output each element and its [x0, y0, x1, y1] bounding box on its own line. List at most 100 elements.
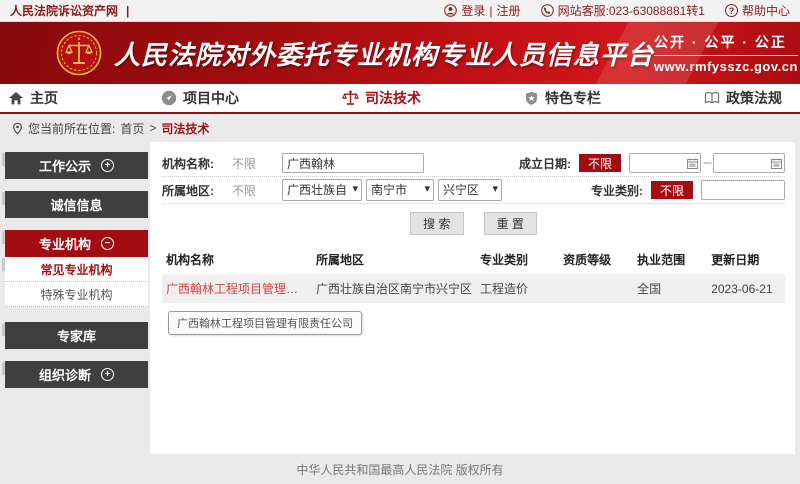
top-utility-bar: 人民法院诉讼资产网 | 登录 | 注册 网站客服:023-63088881转1 [0, 0, 800, 22]
cell-category: 工程造价 [476, 274, 559, 303]
col-header-updated: 更新日期 [707, 245, 785, 274]
login-link[interactable]: 登录 [461, 2, 485, 19]
col-header-grade: 资质等级 [559, 245, 633, 274]
phone-icon [541, 4, 554, 17]
breadcrumb-current[interactable]: 司法技术 [161, 120, 209, 137]
banner-website: www.rmfysszc.gov.cn [654, 56, 798, 74]
nav-label: 司法技术 [365, 88, 421, 108]
platform-title: 人民法院对外委托专业机构专业人员信息平台 [114, 35, 654, 72]
founded-to-input[interactable] [713, 153, 785, 173]
location-pin-icon [12, 122, 23, 135]
founded-unlimited-button[interactable]: 不限 [579, 154, 621, 172]
nav-item-home[interactable]: 主页 [8, 88, 58, 108]
login-register-divider: | [489, 4, 492, 18]
nav-label: 项目中心 [183, 88, 239, 108]
col-header-region: 所属地区 [312, 245, 476, 274]
founded-from-input[interactable] [629, 153, 701, 173]
sidebar-item-label: 专家库 [57, 326, 96, 345]
city-select[interactable]: 南宁市 [366, 179, 434, 201]
founded-to-wrap [713, 153, 785, 173]
content-area: 工作公示 + 诚信信息 专业机构 − 常见专业机构 [0, 142, 800, 454]
founded-from-wrap [629, 153, 701, 173]
province-select-wrap: 广西壮族自治区 [282, 179, 362, 201]
banner-slogan: 公开 · 公平 · 公正 [654, 32, 798, 56]
cell-scope: 全国 [633, 274, 707, 303]
scales-icon [342, 90, 359, 106]
district-select[interactable]: 兴宁区 [438, 179, 502, 201]
nav-item-judicial-tech[interactable]: 司法技术 [342, 88, 421, 108]
sidebar-item-label: 组织诊断 [39, 365, 91, 384]
date-range-separator: --- [703, 157, 711, 169]
category-unlimited-button[interactable]: 不限 [651, 181, 693, 199]
nav-item-policies[interactable]: 政策法规 [704, 88, 782, 108]
register-link[interactable]: 注册 [497, 2, 521, 19]
main-panel: 机构名称: 不限 成立日期: 不限 [150, 142, 795, 454]
district-select-wrap: 兴宁区 [438, 179, 502, 201]
sidebar-item-integrity-info[interactable]: 诚信信息 [5, 191, 148, 218]
table-header-row: 机构名称 所属地区 专业类别 资质等级 执业范围 更新日期 [162, 245, 785, 274]
breadcrumb-prefix: 您当前所在位置: [28, 120, 115, 137]
badge-icon [524, 91, 539, 106]
sidebar-submenu: 常见专业机构 特殊专业机构 [5, 257, 148, 307]
hotline-group: 网站客服:023-63088881转1 [541, 2, 705, 19]
founded-date-label: 成立日期: [513, 155, 571, 172]
collapse-icon: − [101, 237, 114, 250]
sidebar-item-work-publicity[interactable]: 工作公示 + [5, 152, 148, 179]
help-group: ? 帮助中心 [725, 2, 790, 19]
col-header-scope: 执业范围 [633, 245, 707, 274]
org-name-label: 机构名称: [162, 155, 224, 172]
topbar-divider: | [126, 4, 129, 18]
hotline-text: 网站客服:023-63088881转1 [558, 2, 705, 19]
nav-item-project-center[interactable]: 项目中心 [161, 88, 239, 108]
primary-nav: 主页 项目中心 司法技术 [0, 84, 800, 114]
login-group: 登录 | 注册 [444, 2, 520, 19]
site-banner: 人民法院对外委托专业机构专业人员信息平台 公开 · 公平 · 公正 www.rm… [0, 22, 800, 84]
org-name-link[interactable]: 广西翰林工程项目管理有限责任... [166, 282, 312, 296]
search-button[interactable]: 搜 索 [410, 212, 463, 235]
page: 人民法院诉讼资产网 | 登录 | 注册 网站客服:023-63088881转1 [0, 0, 800, 484]
results-table: 机构名称 所属地区 专业类别 资质等级 执业范围 更新日期 广西翰林工程项目管理… [162, 245, 785, 303]
breadcrumb-separator: > [149, 121, 156, 135]
submenu-item-label: 特殊专业机构 [40, 286, 112, 303]
category-input[interactable] [701, 180, 785, 200]
home-icon [8, 91, 24, 106]
submenu-item-special-orgs[interactable]: 特殊专业机构 [5, 282, 148, 307]
breadcrumb-home[interactable]: 首页 [120, 120, 144, 137]
court-emblem-logo [56, 30, 102, 76]
project-icon [161, 90, 177, 106]
copyright-text: 中华人民共和国最高人民法院 版权所有 [296, 461, 503, 478]
city-select-wrap: 南宁市 [366, 179, 434, 201]
portal-site-name[interactable]: 人民法院诉讼资产网 [10, 2, 118, 19]
cell-region: 广西壮族自治区南宁市兴宁区 [312, 274, 476, 303]
nav-label: 政策法规 [726, 88, 782, 108]
region-unlimited[interactable]: 不限 [232, 182, 282, 199]
sidebar-item-org-diagnosis[interactable]: 组织诊断 + [5, 361, 148, 388]
form-row-org-name: 机构名称: 不限 成立日期: 不限 [162, 150, 785, 177]
category-label: 专业类别: [585, 182, 643, 199]
table-row: 广西翰林工程项目管理有限责任... 广西壮族自治区南宁市兴宁区 工程造价 全国 … [162, 274, 785, 303]
form-row-region: 所属地区: 不限 广西壮族自治区 南宁市 兴宁区 [162, 177, 785, 204]
help-link[interactable]: 帮助中心 [742, 2, 790, 19]
submenu-item-common-orgs[interactable]: 常见专业机构 [5, 257, 148, 282]
reset-button[interactable]: 重 置 [484, 212, 537, 235]
col-header-org-name: 机构名称 [162, 245, 312, 274]
sidebar-item-label: 诚信信息 [50, 195, 102, 214]
sidebar-item-label: 工作公示 [39, 156, 91, 175]
sidebar: 工作公示 + 诚信信息 专业机构 − 常见专业机构 [0, 142, 150, 454]
nav-item-featured-column[interactable]: 特色专栏 [524, 88, 601, 108]
sidebar-item-expert-pool[interactable]: 专家库 [5, 322, 148, 349]
user-icon [444, 4, 457, 17]
help-icon: ? [725, 4, 738, 17]
org-name-tooltip: 广西翰林工程项目管理有限责任公司 [168, 311, 362, 335]
province-select[interactable]: 广西壮族自治区 [282, 179, 362, 201]
region-label: 所属地区: [162, 182, 224, 199]
org-name-input[interactable] [282, 153, 424, 173]
expand-icon: + [101, 368, 114, 381]
form-actions: 搜 索 重 置 [162, 204, 785, 241]
expand-icon: + [101, 159, 114, 172]
breadcrumb: 您当前所在位置: 首页 > 司法技术 [0, 114, 800, 142]
sidebar-item-professional-orgs[interactable]: 专业机构 − [5, 230, 148, 257]
org-name-unlimited[interactable]: 不限 [232, 155, 282, 172]
nav-label: 主页 [30, 88, 58, 108]
col-header-category: 专业类别 [476, 245, 559, 274]
